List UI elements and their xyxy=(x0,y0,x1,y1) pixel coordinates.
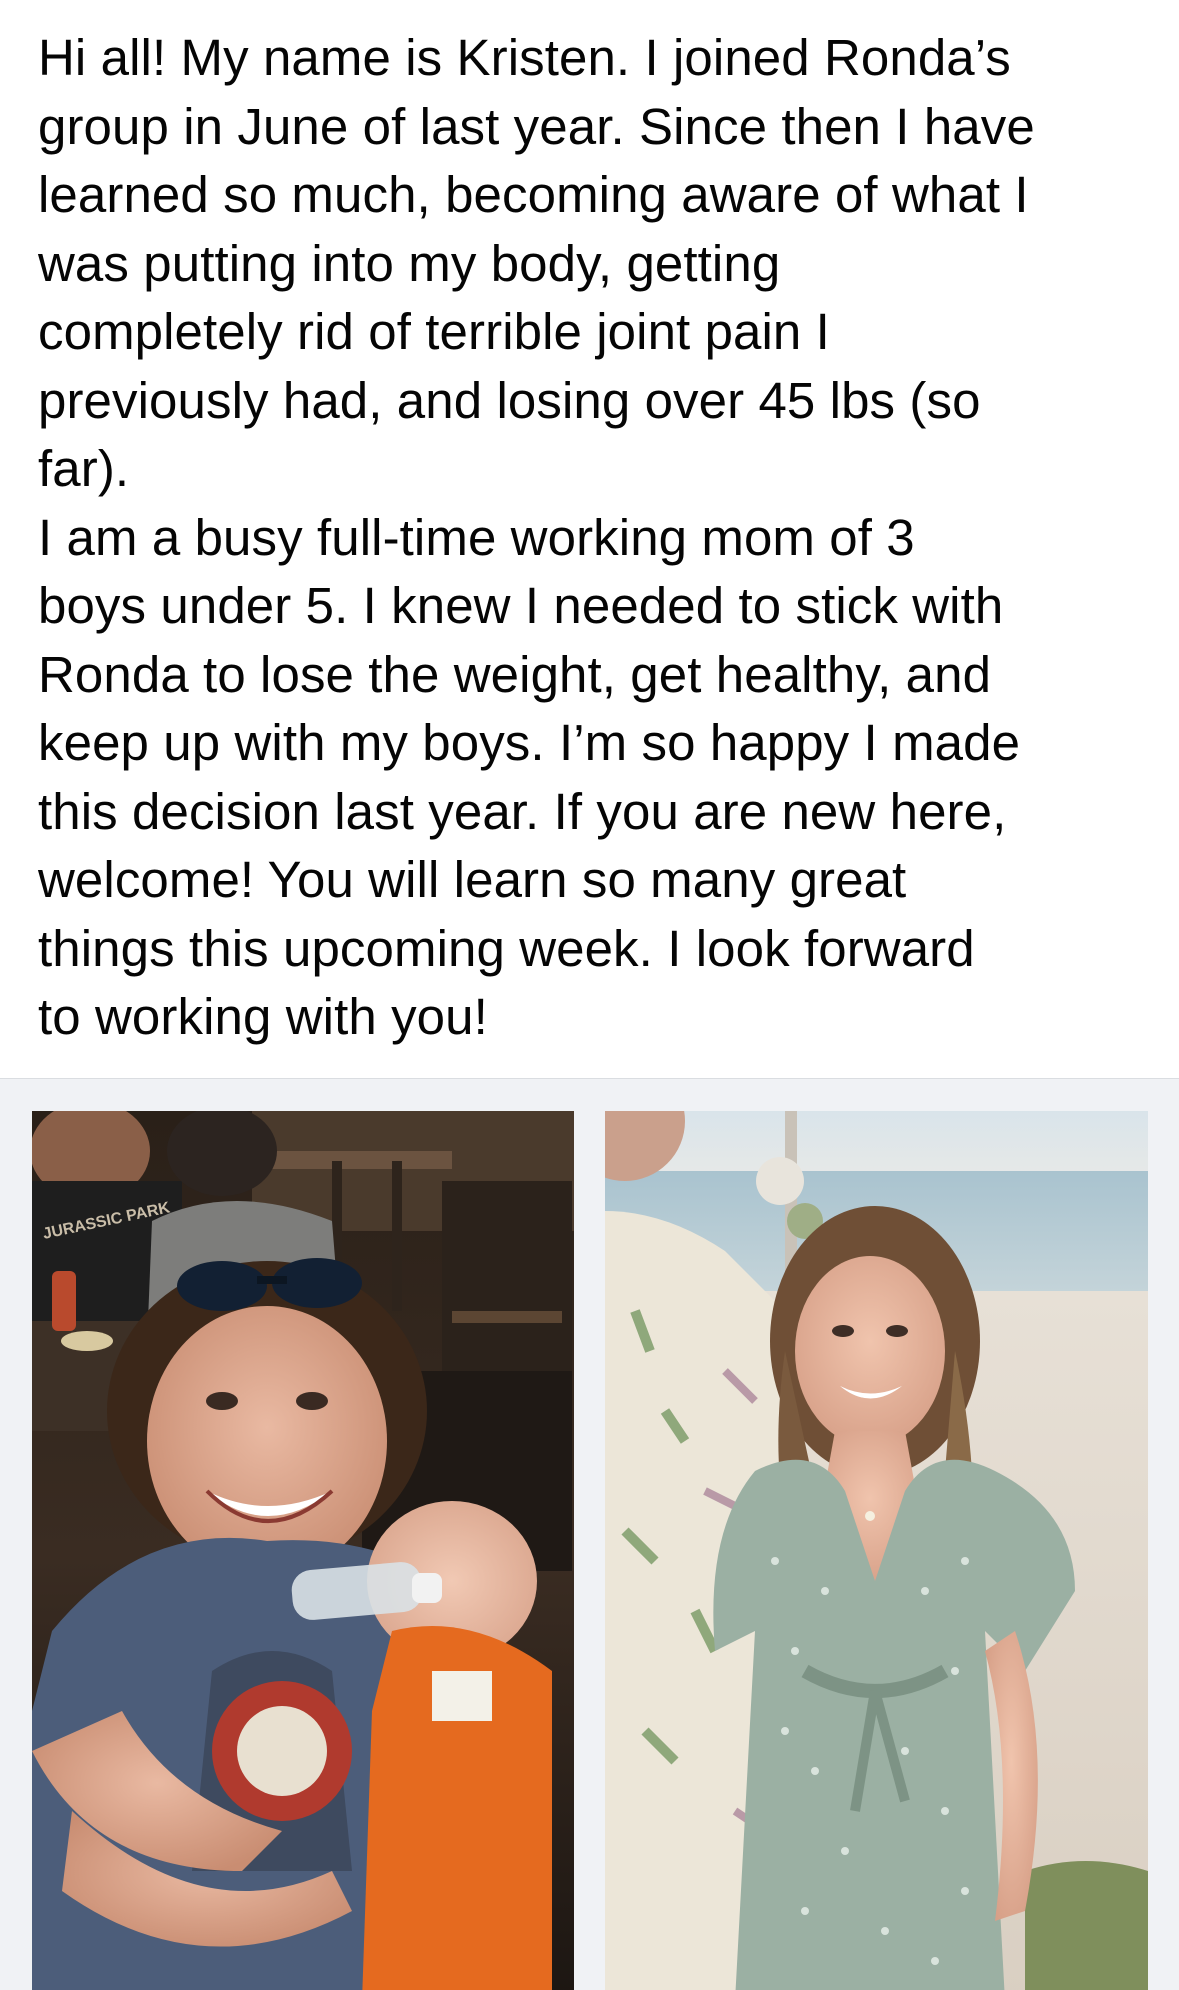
photo-collage: JURASSIC PARK xyxy=(0,1078,1179,1990)
before-photo-illustration: JURASSIC PARK xyxy=(32,1111,574,1990)
post-line: things this upcoming week. I look forwar… xyxy=(38,919,975,977)
post-line: to working with you! xyxy=(38,988,488,1045)
after-photo-illustration xyxy=(605,1111,1148,1990)
post-line: boys under 5. I knew I needed to stick w… xyxy=(38,577,1004,634)
post-line: far). xyxy=(38,440,130,497)
post-line: welcome! You will learn so many great xyxy=(38,851,907,908)
post-line: keep up with my boys. I’m so happy I mad… xyxy=(38,714,1021,771)
after-photo[interactable] xyxy=(605,1111,1148,1990)
post-line: group in June of last year. Since then I… xyxy=(38,97,1035,155)
post-line: I am a busy full-time working mom of 3 xyxy=(38,508,915,566)
post-line: Hi all! My name is Kristen. I joined Ron… xyxy=(38,29,1011,86)
post-line: learned so much, becoming aware of what … xyxy=(38,166,1029,223)
post-line: Ronda to lose the weight, get healthy, a… xyxy=(38,645,992,703)
post-line: this decision last year. If you are new … xyxy=(38,782,1007,840)
post-text: Hi all! My name is Kristen. I joined Ron… xyxy=(38,24,1148,1052)
post-line: was putting into my body, getting xyxy=(38,234,781,292)
post-line: previously had, and losing over 45 lbs (… xyxy=(38,371,981,429)
post-line: completely rid of terrible joint pain I xyxy=(38,303,830,360)
before-photo[interactable]: JURASSIC PARK xyxy=(32,1111,574,1990)
